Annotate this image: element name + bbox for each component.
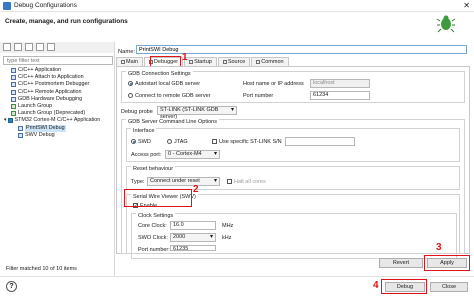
- annotation-2: 2: [193, 184, 199, 195]
- help-icon[interactable]: ?: [6, 281, 17, 292]
- tree-item[interactable]: C/C++ Postmortem Debugger: [3, 81, 113, 88]
- startup-tab-icon: [189, 59, 194, 64]
- halt-all-checkbox[interactable]: Halt all cores: [227, 179, 266, 185]
- port-label: Port number: [243, 93, 274, 99]
- new-config-icon[interactable]: [3, 43, 11, 51]
- apply-highlight: [424, 255, 470, 271]
- title-bar: Debug Configurations ✕: [0, 0, 474, 12]
- port-field[interactable]: 61234: [310, 91, 370, 100]
- tree-item[interactable]: Launch Group: [3, 103, 113, 110]
- debug-probe-select[interactable]: ST-LINK (ST-LINK GDB server): [157, 106, 237, 120]
- header-title: Create, manage, and run configurations: [5, 18, 128, 25]
- access-port-label: Access port:: [131, 152, 162, 158]
- config-icon: [11, 89, 16, 95]
- clock-settings-group: Clock Settings Core Clock: 16.0 MHz SWO …: [131, 213, 457, 259]
- annotation-4: 4: [373, 280, 379, 291]
- tree-item[interactable]: C/C++ Application: [3, 67, 113, 74]
- use-serial-checkbox[interactable]: Use specific ST-LINK S/N: [212, 139, 282, 145]
- swd-radio[interactable]: SWD: [131, 139, 151, 145]
- debug-probe-label: Debug probe: [121, 109, 153, 115]
- swo-clock-unit: kHz: [222, 235, 232, 241]
- host-label: Host name or IP address: [243, 81, 304, 87]
- swv-port-field[interactable]: 61235: [170, 245, 216, 251]
- swo-clock-select[interactable]: 2000: [170, 233, 216, 242]
- filter-input[interactable]: [3, 56, 113, 65]
- interface-title: Interface: [131, 128, 157, 134]
- remote-radio[interactable]: Connect to remote GDB server: [128, 93, 211, 99]
- name-label: Name:: [118, 49, 136, 55]
- chevron-down-icon[interactable]: ▾: [4, 117, 7, 124]
- launch-icon: [11, 104, 16, 110]
- source-tab-icon: [222, 59, 227, 64]
- host-field[interactable]: localhost: [310, 79, 370, 88]
- close-window-icon[interactable]: ✕: [463, 1, 470, 10]
- config-icon: [11, 68, 16, 74]
- config-toolbar: [0, 42, 115, 53]
- common-tab-icon: [256, 59, 261, 64]
- gdb-server-options-group: GDB Server Command Line Options Interfac…: [121, 119, 465, 259]
- tree-item-selected[interactable]: PrintSWI Debug: [3, 124, 113, 132]
- window-title: Debug Configurations: [14, 2, 77, 9]
- config-icon: [18, 132, 23, 138]
- swo-clock-label: SWO Clock:: [138, 235, 168, 241]
- swv-highlight: [124, 189, 192, 207]
- debugger-panel: GDB Connection Settings Autostart local …: [116, 66, 470, 259]
- reset-group: Reset behaviour Type: Connect under rese…: [126, 166, 460, 190]
- reset-title: Reset behaviour: [131, 166, 176, 172]
- interface-group: Interface SWD JTAG Use specific ST-LINK …: [126, 128, 460, 162]
- gdb-connection-group: GDB Connection Settings Autostart local …: [121, 71, 465, 103]
- close-button[interactable]: Close: [430, 282, 468, 292]
- serial-number-field[interactable]: [285, 137, 355, 146]
- debug-highlight: [381, 279, 427, 294]
- jtag-radio[interactable]: JTAG: [167, 139, 188, 145]
- duplicate-icon[interactable]: [14, 43, 22, 51]
- gdb-server-options-title: GDB Server Command Line Options: [126, 119, 219, 125]
- tree-item-stm32[interactable]: ▾ STM32 Cortex-M C/C++ Application: [3, 117, 113, 124]
- config-icon: [11, 96, 16, 102]
- config-icon: [18, 125, 23, 131]
- stm32-icon: [7, 118, 13, 124]
- gdb-connection-title: GDB Connection Settings: [126, 71, 193, 77]
- filter-icon[interactable]: [47, 43, 55, 51]
- dialog-header: Create, manage, and run configurations: [0, 12, 474, 42]
- revert-button[interactable]: Revert: [379, 258, 423, 268]
- tree-item[interactable]: C/C++ Attach to Application: [3, 74, 113, 81]
- config-tree: C/C++ Application C/C++ Attach to Applic…: [3, 67, 113, 262]
- tree-item[interactable]: C/C++ Remote Application: [3, 89, 113, 96]
- clock-settings-title: Clock Settings: [136, 213, 176, 219]
- annotation-1: 1: [182, 52, 188, 63]
- filter-status: Filter matched 10 of 10 items: [6, 266, 77, 272]
- sash-divider[interactable]: [114, 42, 115, 277]
- tree-item[interactable]: GDB Hardware Debugging: [3, 96, 113, 103]
- reset-type-select[interactable]: Connect under reset: [147, 177, 220, 186]
- main-tab-icon: [121, 59, 125, 64]
- delete-icon[interactable]: [25, 43, 33, 51]
- app-icon: [3, 2, 11, 10]
- config-icon: [11, 82, 16, 88]
- core-clock-unit: MHz: [222, 223, 234, 229]
- core-clock-label: Core Clock:: [138, 223, 167, 229]
- bug-icon: [436, 15, 456, 33]
- tree-item[interactable]: SWV Debug: [3, 132, 113, 139]
- reset-type-label: Type:: [131, 179, 145, 185]
- autostart-radio[interactable]: Autostart local GDB server: [128, 81, 200, 87]
- launch-icon: [11, 111, 16, 117]
- annotation-3: 3: [436, 242, 442, 253]
- collapse-all-icon[interactable]: [36, 43, 44, 51]
- config-icon: [11, 75, 16, 81]
- access-port-select[interactable]: 0 - Cortex-M4: [165, 150, 220, 159]
- footer-separator: [0, 276, 474, 277]
- swv-port-label: Port number:: [138, 247, 170, 253]
- core-clock-field[interactable]: 16.0: [170, 221, 216, 230]
- tree-item[interactable]: Launch Group (Deprecated): [3, 110, 113, 117]
